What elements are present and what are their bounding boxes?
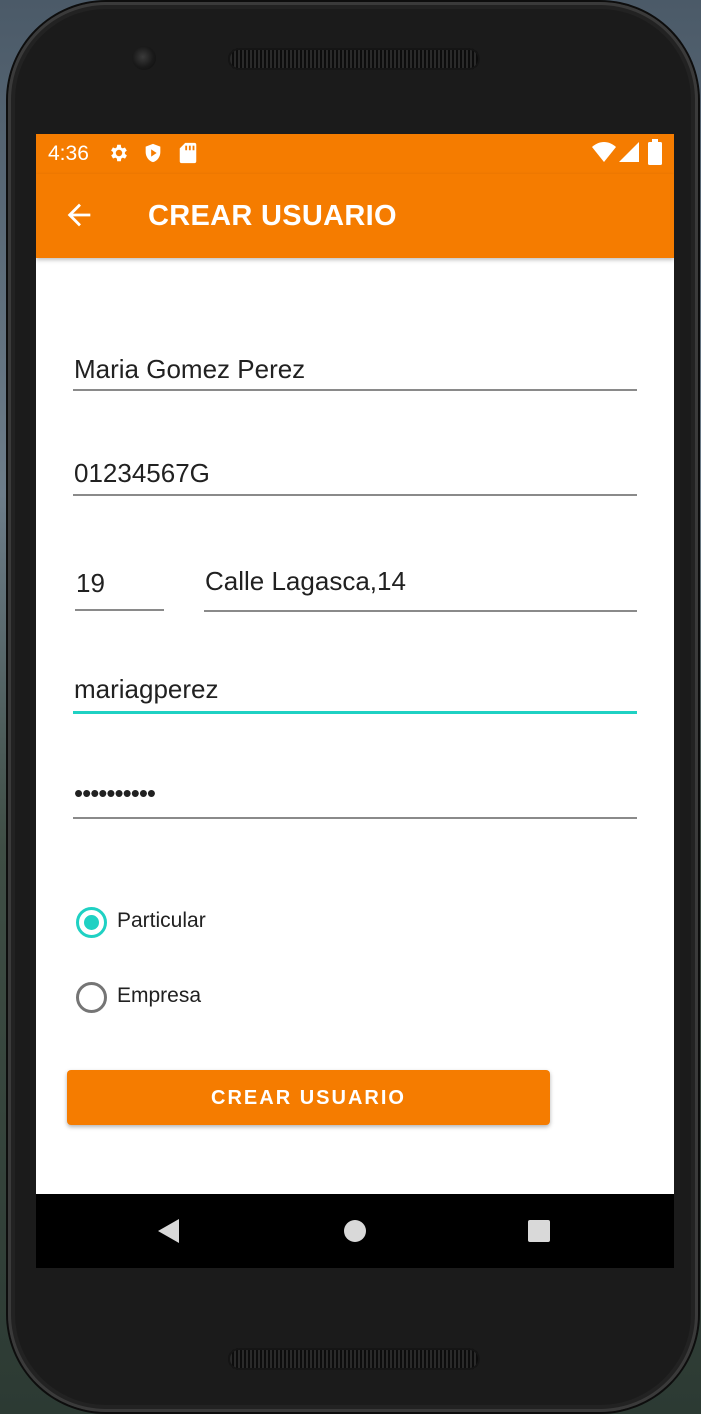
back-arrow-icon[interactable]: [62, 198, 96, 232]
front-camera: [132, 46, 156, 70]
name-underline: [73, 389, 637, 391]
crear-usuario-button[interactable]: CREAR USUARIO: [67, 1070, 550, 1125]
radio-empresa-circle: [76, 982, 107, 1013]
status-time: 4:36: [48, 142, 89, 165]
password-value: ••••••••••: [74, 778, 156, 808]
radio-particular[interactable]: Particular: [76, 904, 276, 940]
shield-icon: [145, 143, 161, 163]
number-value: 19: [76, 568, 105, 598]
dni-value: 01234567G: [74, 458, 210, 488]
navigation-bar: [36, 1194, 674, 1268]
address-field[interactable]: Calle Lagasca,14: [204, 560, 637, 612]
address-underline: [204, 610, 637, 612]
page-title: CREAR USUARIO: [148, 200, 397, 232]
bottom-speaker-grille: [228, 1348, 480, 1370]
number-underline: [75, 609, 164, 611]
signal-icon: [619, 142, 639, 162]
dni-underline: [73, 494, 637, 496]
password-field[interactable]: ••••••••••: [73, 774, 637, 819]
radio-empresa[interactable]: Empresa: [76, 979, 276, 1015]
sd-card-icon: [179, 142, 197, 164]
radio-empresa-label: Empresa: [117, 984, 202, 1007]
battery-icon: [648, 139, 662, 165]
gear-icon: [111, 144, 127, 162]
name-field[interactable]: Maria Gomez Perez: [73, 344, 637, 391]
username-value: mariagperez: [74, 674, 219, 704]
wifi-icon: [592, 142, 616, 162]
top-speaker-grille: [228, 48, 480, 70]
status-bar: 4:36: [36, 134, 674, 174]
radio-particular-label: Particular: [117, 909, 206, 932]
password-underline: [73, 817, 637, 819]
dni-field[interactable]: 01234567G: [73, 450, 637, 496]
number-field[interactable]: 19: [75, 560, 164, 611]
address-value: Calle Lagasca,14: [205, 566, 406, 596]
username-underline: [73, 711, 637, 714]
screen: 4:36 CREAR USUARIO Maria Gomez Perez 012…: [36, 134, 674, 1268]
back-triangle-icon[interactable]: [156, 1218, 182, 1244]
name-value: Maria Gomez Perez: [74, 354, 306, 384]
home-circle-icon[interactable]: [343, 1219, 367, 1243]
app-bar: CREAR USUARIO: [36, 174, 674, 258]
username-field[interactable]: mariagperez: [73, 668, 637, 714]
radio-particular-circle: [76, 907, 107, 938]
recents-square-icon[interactable]: [527, 1219, 551, 1243]
